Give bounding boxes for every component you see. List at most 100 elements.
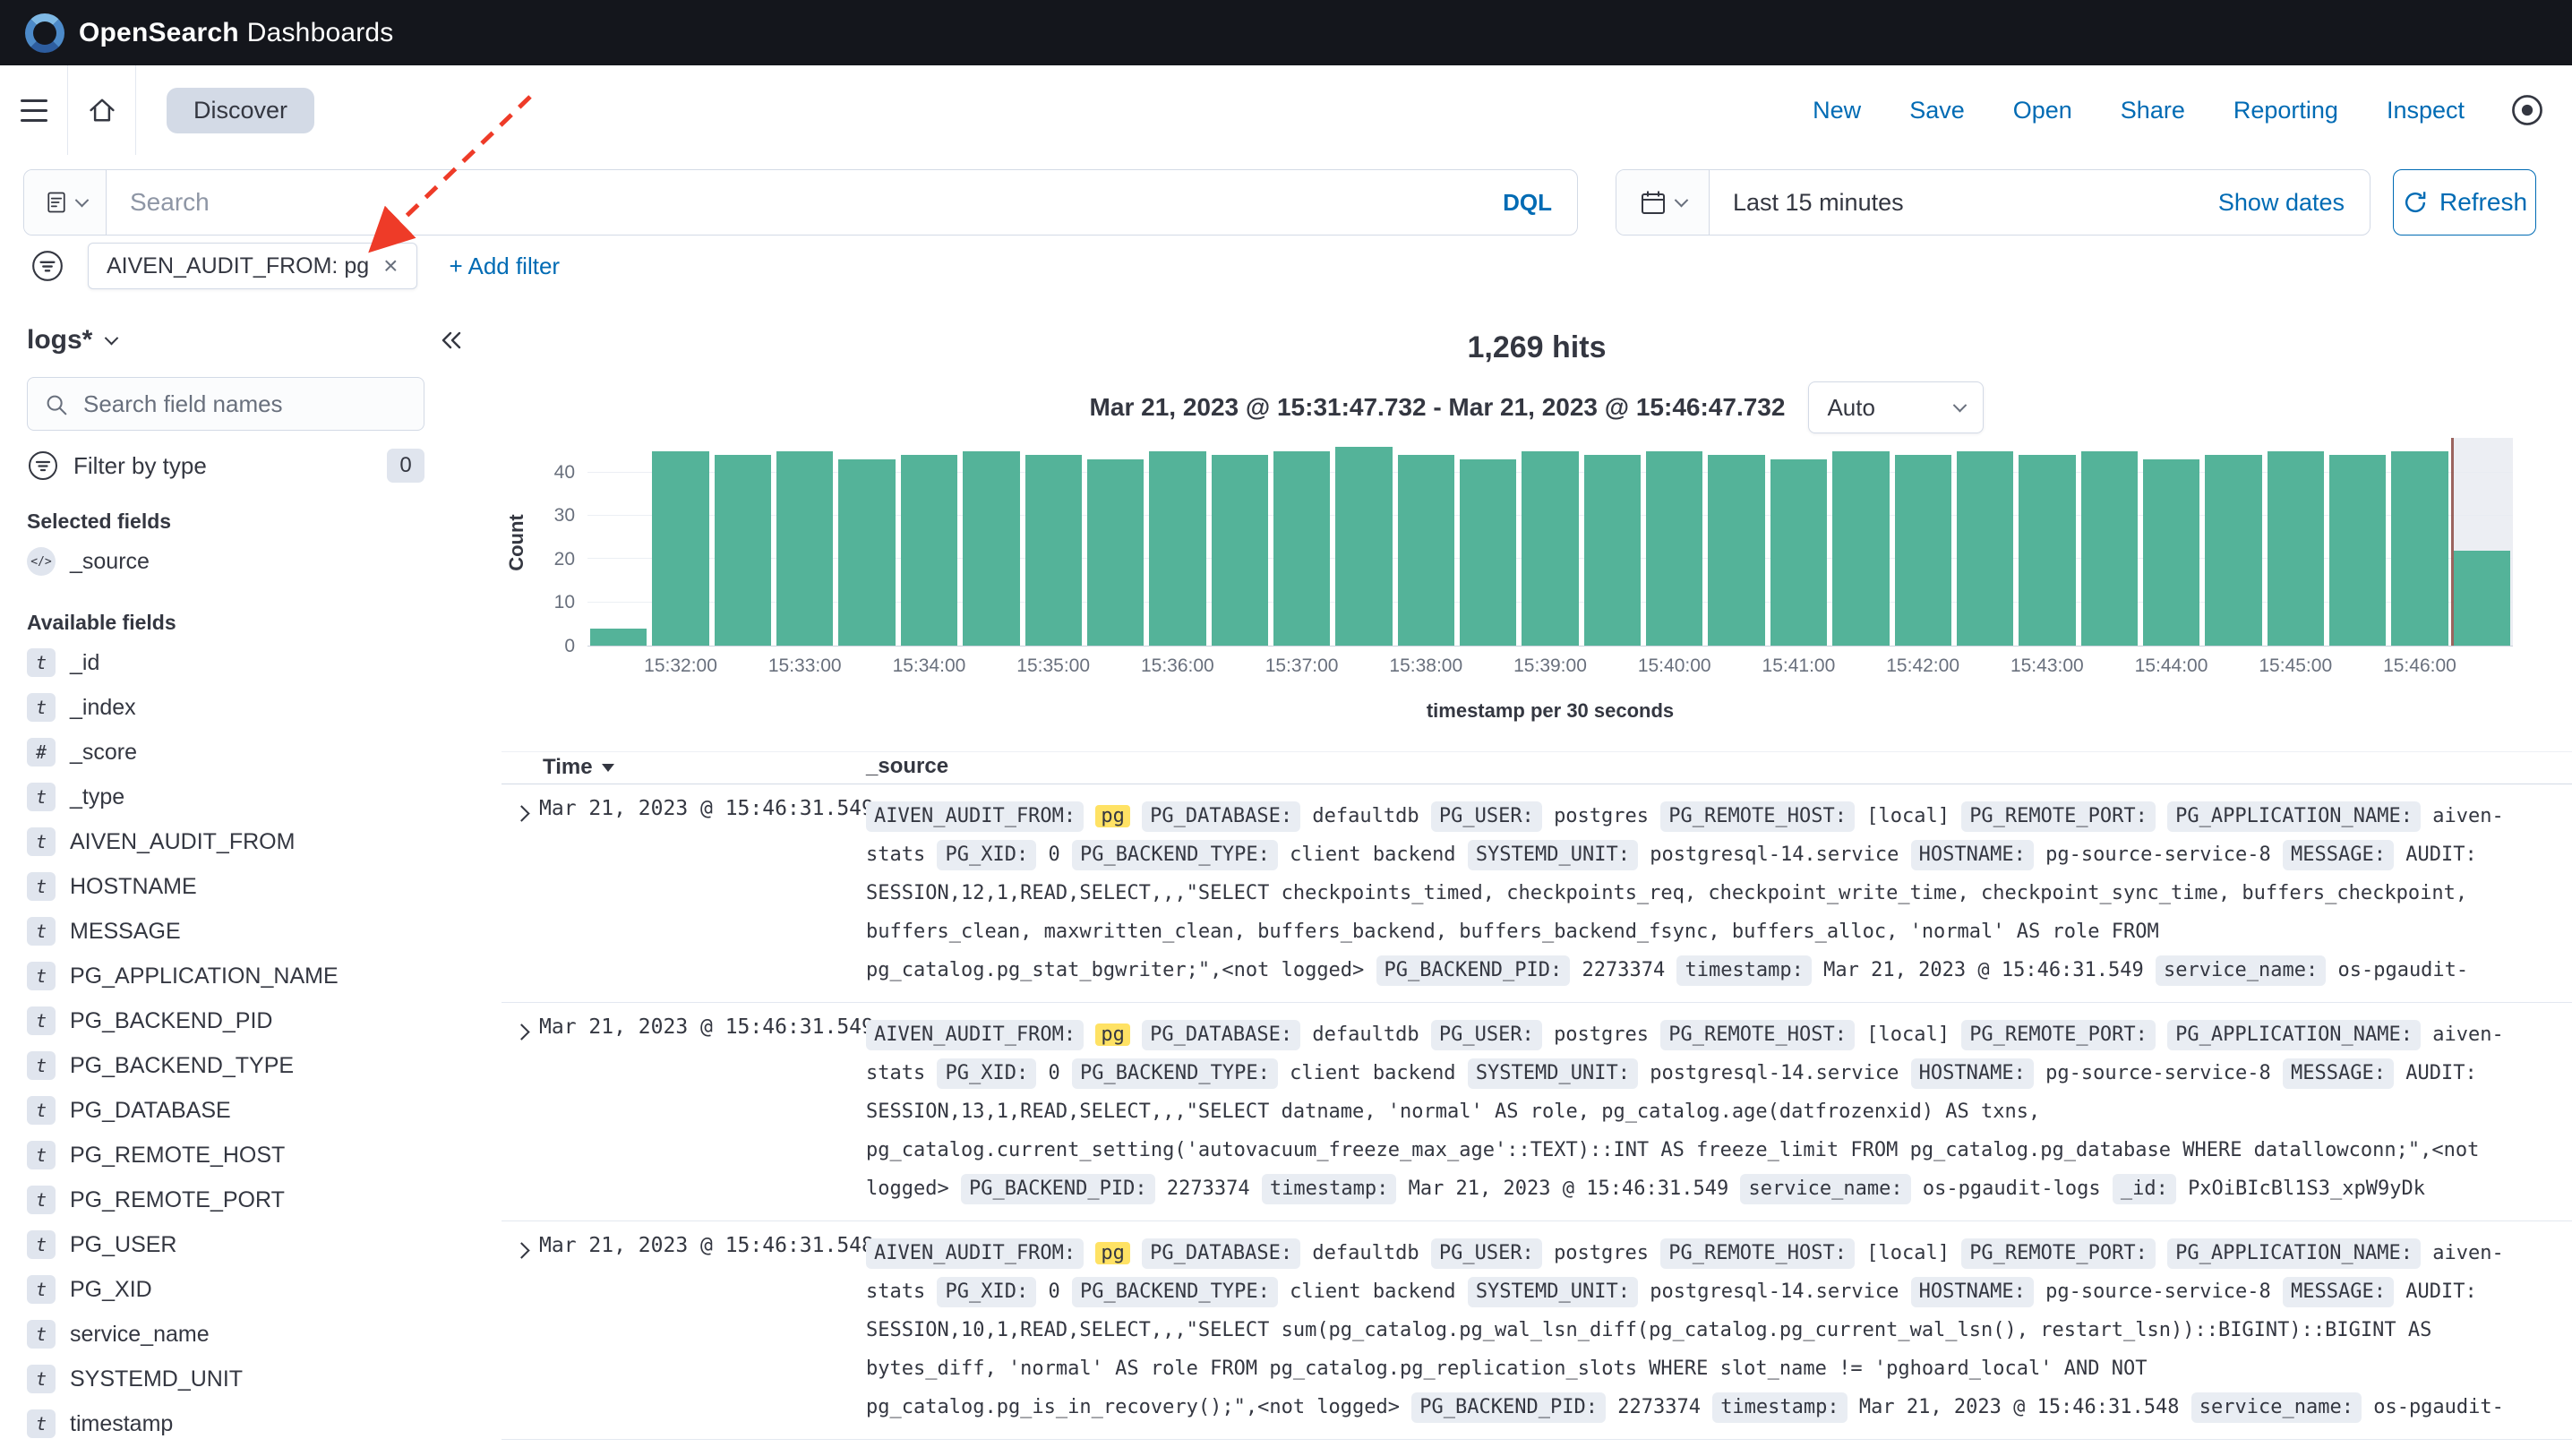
toolbar-action-new[interactable]: New	[1813, 97, 1861, 124]
field-item[interactable]: tMESSAGE	[0, 909, 502, 954]
show-dates-button[interactable]: Show dates	[2213, 188, 2370, 218]
histogram-bar[interactable]	[1646, 451, 1702, 647]
field-item[interactable]: #_score	[0, 730, 502, 775]
histogram-bar[interactable]	[1087, 459, 1144, 646]
field-search-input[interactable]	[27, 377, 424, 431]
field-item[interactable]: tservice_name	[0, 1312, 502, 1357]
histogram-bar[interactable]	[2081, 451, 2138, 647]
breadcrumb-discover[interactable]: Discover	[167, 88, 314, 133]
nav-menu-button[interactable]	[0, 65, 68, 155]
source-field-value: PxOiBIcBl1S3_xpW9yDk	[2188, 1178, 2425, 1200]
histogram-bar[interactable]	[2143, 459, 2199, 646]
field-item[interactable]: tAIVEN_AUDIT_FROM	[0, 819, 502, 864]
histogram-bar[interactable]	[1398, 455, 1454, 646]
histogram-bar[interactable]	[1957, 451, 2013, 647]
toolbar-action-share[interactable]: Share	[2121, 97, 2185, 124]
histogram-bar[interactable]	[963, 451, 1019, 647]
histogram-bar[interactable]	[2391, 451, 2448, 647]
histogram-bar[interactable]	[1149, 451, 1205, 647]
filter-by-type-button[interactable]: Filter by type 0	[27, 449, 424, 483]
histogram-bar[interactable]	[2329, 455, 2386, 646]
histogram-bar[interactable]	[1025, 455, 1082, 646]
toolbar-action-save[interactable]: Save	[1909, 97, 1965, 124]
field-item[interactable]: tPG_BACKEND_PID	[0, 998, 502, 1043]
y-axis-title-wrap: Count	[502, 438, 532, 647]
x-axis-tick-label: 15:35:00	[1016, 655, 1090, 677]
brand-primary: OpenSearch	[79, 18, 239, 47]
chart-y-axis: 010203040	[528, 438, 575, 647]
source-field-name: PG_BACKEND_PID:	[961, 1174, 1155, 1204]
histogram-bar[interactable]	[652, 451, 708, 647]
expand-row-button[interactable]	[505, 1234, 537, 1266]
histogram-bar[interactable]	[1832, 451, 1889, 647]
opensearch-logo[interactable]: OpenSearchDashboards	[25, 13, 394, 53]
field-item[interactable]: tPG_REMOTE_PORT	[0, 1178, 502, 1222]
chart-header: Mar 21, 2023 @ 15:31:47.732 - Mar 21, 20…	[502, 381, 2572, 433]
collapse-sidebar-button[interactable]	[432, 325, 471, 355]
histogram-bar[interactable]	[1273, 451, 1330, 647]
field-type-icon: t	[27, 693, 56, 722]
field-item[interactable]: tSYSTEMD_UNIT	[0, 1357, 502, 1401]
index-pattern-selector[interactable]: logs*	[27, 325, 116, 355]
source-field-value: postgres	[1554, 1242, 1649, 1264]
user-menu-button[interactable]	[2509, 92, 2545, 128]
interval-select[interactable]: Auto	[1808, 381, 1984, 433]
toolbar-action-open[interactable]: Open	[2013, 97, 2072, 124]
histogram-bar[interactable]	[2205, 455, 2261, 646]
field-item[interactable]: tHOSTNAME	[0, 864, 502, 909]
add-filter-button[interactable]: + Add filter	[444, 252, 566, 281]
search-input[interactable]	[107, 188, 1478, 217]
histogram-bar[interactable]	[715, 455, 771, 646]
field-item[interactable]: tPG_BACKEND_TYPE	[0, 1043, 502, 1088]
expand-row-button[interactable]	[505, 797, 537, 829]
field-item[interactable]: tPG_XID	[0, 1267, 502, 1312]
field-item[interactable]: tPG_DATABASE	[0, 1088, 502, 1133]
field-item[interactable]: </>_source	[0, 539, 502, 584]
histogram-bar[interactable]	[2019, 455, 2075, 646]
histogram-plot[interactable]	[587, 438, 2513, 647]
field-item[interactable]: t_id	[0, 640, 502, 685]
histogram-bar[interactable]	[1708, 455, 1764, 646]
histogram-bar[interactable]	[2268, 451, 2324, 647]
toolbar-action-reporting[interactable]: Reporting	[2233, 97, 2338, 124]
field-item[interactable]: t_type	[0, 775, 502, 819]
histogram-bar[interactable]	[1522, 451, 1578, 647]
field-item[interactable]: tPG_USER	[0, 1222, 502, 1267]
field-item[interactable]: t_index	[0, 685, 502, 730]
dql-button[interactable]: DQL	[1478, 189, 1577, 217]
histogram-bar[interactable]	[2454, 551, 2510, 646]
histogram-bar[interactable]	[1335, 447, 1392, 646]
sort-by-time-button[interactable]: Time	[537, 754, 620, 781]
time-range-value[interactable]: Last 15 minutes	[1710, 189, 1904, 217]
x-axis-tick-label: 15:46:00	[2383, 655, 2456, 677]
source-field-value: client backend	[1290, 1062, 1455, 1084]
filter-options-button[interactable]	[30, 249, 64, 283]
filter-pill-aiven-audit-from[interactable]: AIVEN_AUDIT_FROM: pg ×	[88, 243, 417, 289]
chevron-down-icon	[105, 330, 119, 345]
histogram-bar[interactable]	[1460, 459, 1516, 646]
field-search	[27, 377, 424, 431]
toolbar-action-inspect[interactable]: Inspect	[2387, 97, 2465, 124]
date-picker-menu-button[interactable]	[1616, 170, 1710, 235]
field-name-label: _score	[70, 740, 137, 766]
histogram-bar[interactable]	[1895, 455, 1951, 646]
histogram-bar[interactable]	[1212, 455, 1268, 646]
chevron-down-icon	[1953, 398, 1968, 412]
source-field-name: MESSAGE:	[2283, 1277, 2394, 1307]
histogram-bar[interactable]	[1770, 459, 1827, 646]
field-item[interactable]: tPG_REMOTE_HOST	[0, 1133, 502, 1178]
refresh-button[interactable]: Refresh	[2393, 169, 2536, 236]
field-item[interactable]: tPG_APPLICATION_NAME	[0, 954, 502, 998]
histogram-bar[interactable]	[776, 451, 833, 647]
histogram-bar[interactable]	[590, 629, 647, 646]
histogram-bar[interactable]	[1584, 455, 1641, 646]
home-button[interactable]	[68, 65, 136, 155]
remove-filter-icon[interactable]: ×	[383, 253, 398, 278]
histogram-bar[interactable]	[838, 459, 895, 646]
field-item[interactable]: ttimestamp	[0, 1401, 502, 1446]
histogram-bar[interactable]	[901, 455, 957, 646]
field-type-icon: t	[27, 1141, 56, 1169]
expand-row-button[interactable]	[505, 1015, 537, 1048]
saved-query-menu-button[interactable]	[24, 170, 107, 235]
field-name-label: PG_BACKEND_PID	[70, 1008, 272, 1034]
